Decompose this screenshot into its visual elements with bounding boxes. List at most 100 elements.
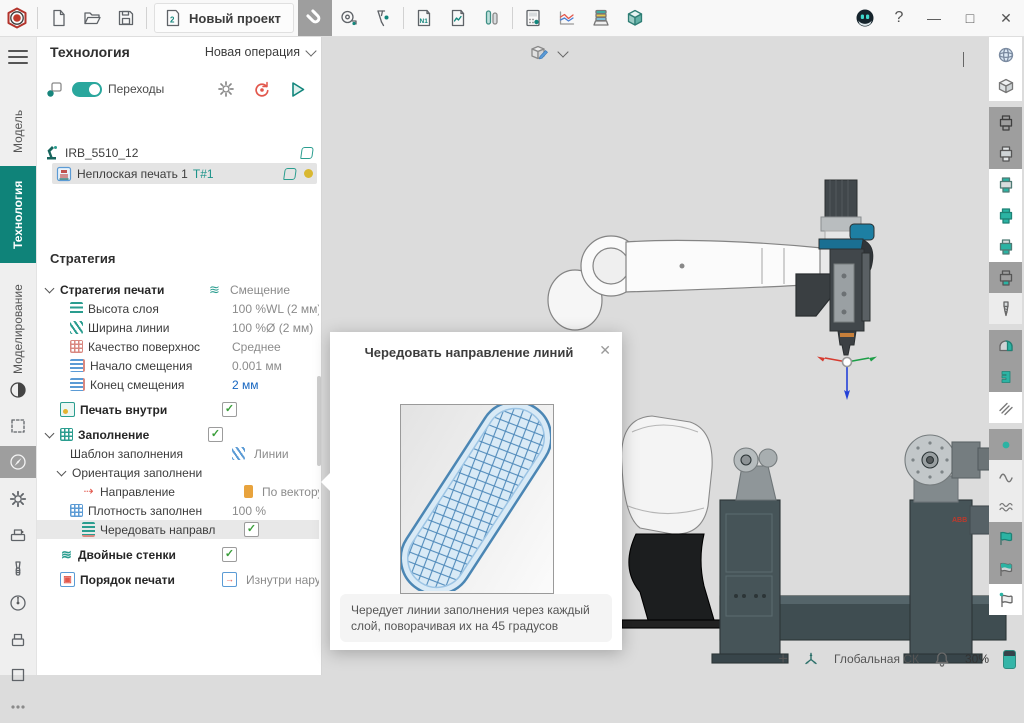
dot-button[interactable] — [989, 429, 1022, 460]
param-row[interactable]: Чередовать направл✓ — [36, 520, 319, 539]
bell-icon[interactable] — [933, 650, 951, 668]
tab-модель[interactable]: Модель — [0, 101, 36, 161]
compass-button[interactable] — [0, 446, 36, 478]
cs-label[interactable]: Глобальная СК — [834, 652, 919, 666]
layers-button[interactable] — [584, 0, 618, 36]
param-value[interactable]: ✓ — [244, 522, 319, 537]
flag-teal-button[interactable] — [989, 522, 1022, 553]
param-row[interactable]: Ширина линии100 %Ø (2 мм) — [36, 318, 319, 337]
open-folder-button[interactable] — [75, 0, 109, 36]
param-row[interactable]: Печать внутри✓ — [36, 400, 319, 419]
param-row[interactable]: Ориентация заполнени — [36, 463, 319, 482]
zoom-level[interactable]: 30% — [965, 652, 989, 666]
tree-row[interactable]: IRB_5510_12 — [40, 142, 317, 163]
tab-моделирование[interactable]: Моделирование — [0, 268, 36, 391]
recalculate-icon[interactable] — [252, 80, 271, 99]
chevron-down-icon[interactable] — [57, 467, 67, 477]
param-row[interactable]: Высота слоя100 %WL (2 мм) — [36, 299, 319, 318]
box-3d-button[interactable] — [618, 0, 652, 36]
param-value[interactable]: 100 %WL (2 мм) — [232, 302, 319, 316]
chevron-down-icon[interactable] — [45, 429, 55, 439]
param-row[interactable]: Заполнение✓ — [36, 425, 319, 444]
screwdriver-button[interactable] — [0, 553, 36, 585]
edit-model-icon[interactable] — [530, 44, 549, 63]
param-value[interactable]: 0.001 мм — [232, 359, 319, 373]
param-value[interactable]: ✓ — [208, 427, 319, 442]
nozzle-stack-button[interactable] — [989, 262, 1022, 293]
assistant-button[interactable] — [848, 0, 882, 36]
viewport-options-chevron-icon[interactable] — [963, 52, 964, 67]
param-value[interactable]: 100 %Ø (2 мм) — [232, 321, 319, 335]
graph-button[interactable] — [550, 0, 584, 36]
help-button[interactable]: ? — [882, 0, 916, 36]
dashed-square-button[interactable] — [0, 410, 36, 442]
gear-button[interactable] — [0, 483, 36, 515]
more-dots-button[interactable] — [0, 691, 36, 723]
chevron-down-icon[interactable] — [45, 284, 55, 294]
param-row[interactable]: Плотность заполнен100 % — [36, 501, 319, 520]
param-row[interactable]: ⇢НаправлениеПо вектору ориен — [36, 482, 319, 501]
iso-box-button[interactable] — [989, 70, 1022, 101]
tools-button[interactable] — [475, 0, 509, 36]
param-value[interactable]: ✓ — [222, 547, 319, 562]
save-button[interactable] — [109, 0, 143, 36]
param-value[interactable]: ≋Смещение — [208, 283, 319, 297]
param-row[interactable]: ▣Порядок печати→Изнутри наружу — [36, 570, 319, 589]
param-value[interactable]: Среднее — [232, 340, 319, 354]
printer-button[interactable] — [0, 624, 36, 656]
sphere-button[interactable] — [989, 39, 1022, 70]
flag-half-button[interactable] — [989, 553, 1022, 584]
param-value[interactable]: ✓ — [222, 402, 319, 417]
param-row[interactable]: ≋Двойные стенки✓ — [36, 545, 319, 564]
flag-dot-button[interactable] — [989, 584, 1022, 615]
transitions-node-icon[interactable] — [46, 81, 62, 97]
param-value[interactable]: Линии — [232, 447, 319, 461]
checkbox-checked[interactable]: ✓ — [222, 547, 237, 562]
nozzle-light-button[interactable] — [989, 138, 1022, 169]
nozzle-teal-button[interactable] — [989, 200, 1022, 231]
machine-button[interactable] — [0, 519, 36, 551]
param-value[interactable]: 100 % — [232, 504, 319, 518]
calculator-button[interactable] — [516, 0, 550, 36]
magnet-button[interactable] — [298, 0, 332, 36]
param-row[interactable]: Шаблон заполненияЛинии — [36, 444, 319, 463]
z-tool-button[interactable] — [989, 361, 1022, 392]
caliper-button[interactable] — [366, 0, 400, 36]
param-row[interactable]: Начало смещения0.001 мм — [36, 356, 319, 375]
measure-tape-button[interactable] — [332, 0, 366, 36]
maximize-button[interactable]: □ — [952, 0, 988, 36]
frame-outline-icon[interactable] — [283, 168, 297, 180]
param-value[interactable]: По вектору ориен — [244, 485, 319, 499]
param-value[interactable]: →Изнутри наружу — [222, 572, 319, 587]
drill-button[interactable] — [989, 293, 1022, 324]
add-button[interactable]: + — [778, 649, 788, 669]
minimize-button[interactable]: — — [916, 0, 952, 36]
param-row[interactable]: Конец смещения2 мм — [36, 375, 319, 394]
transitions-toggle[interactable] — [72, 82, 102, 97]
param-value[interactable]: 2 мм — [232, 378, 319, 392]
coordinate-system-icon[interactable] — [802, 650, 820, 668]
waves-button[interactable] — [989, 491, 1022, 522]
checkbox-checked[interactable]: ✓ — [208, 427, 223, 442]
clock-button[interactable] — [0, 587, 36, 619]
param-row[interactable]: Стратегия печати≋Смещение — [36, 280, 319, 299]
tab-технология[interactable]: Технология — [0, 166, 36, 263]
settings-gear-icon[interactable] — [217, 80, 235, 98]
play-icon[interactable] — [288, 80, 307, 99]
frame-button[interactable] — [0, 659, 36, 691]
extruder-button[interactable] — [989, 330, 1022, 361]
half-circle-button[interactable] — [0, 374, 36, 406]
param-row[interactable]: Качество поверхносСреднее — [36, 337, 319, 356]
panel-scrollbar[interactable] — [317, 376, 321, 466]
wave-button[interactable] — [989, 460, 1022, 491]
report-n1-button[interactable]: N1 — [407, 0, 441, 36]
nozzle-outline-button[interactable] — [989, 107, 1022, 138]
nozzle-teal-sm-button[interactable] — [989, 231, 1022, 262]
close-icon[interactable]: ✕ — [599, 342, 611, 359]
menu-icon[interactable] — [8, 46, 28, 68]
tree-row[interactable]: Неплоская печать 1 T#1 — [52, 163, 317, 184]
new-operation-dropdown[interactable]: Новая операция — [205, 45, 315, 59]
hatch-lines-button[interactable] — [989, 392, 1022, 423]
new-project-button[interactable]: 2 Новый проект — [154, 3, 294, 33]
nozzle-band-button[interactable] — [989, 169, 1022, 200]
